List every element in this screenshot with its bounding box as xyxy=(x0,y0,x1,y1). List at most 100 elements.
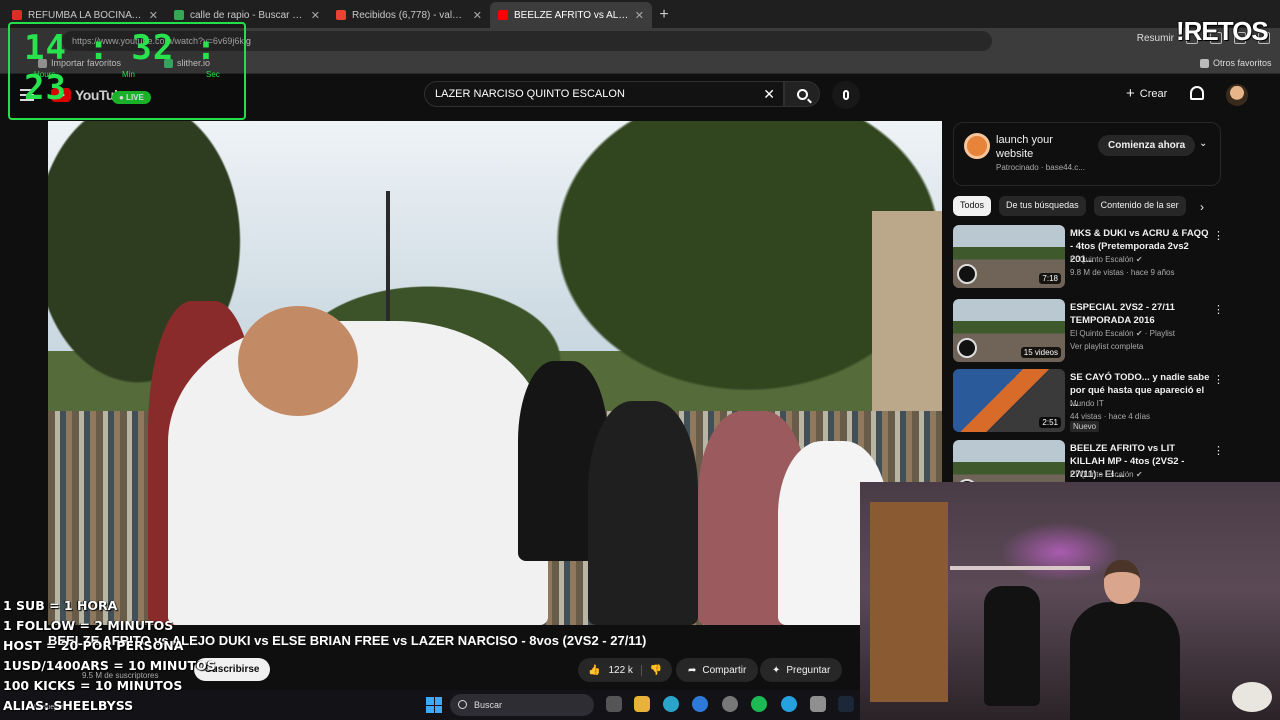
video-thumbnail[interactable]: 2:51 xyxy=(953,369,1065,432)
chip-de-tus-busquedas[interactable]: De tus búsquedas xyxy=(999,196,1086,216)
streamer-webcam xyxy=(860,482,1280,720)
recommended-meta: 44 vistas · hace 4 días xyxy=(1070,412,1151,421)
streamer-body xyxy=(1070,602,1180,720)
tab-close-icon[interactable]: ✕ xyxy=(149,9,158,22)
sponsored-ad-card[interactable]: launch your website Patrocinado · base44… xyxy=(953,122,1221,186)
webcam-lamp xyxy=(1232,682,1272,712)
recommended-channel[interactable]: El Quinto Escalón ✔ xyxy=(1070,255,1143,264)
tab-title: Recibidos (6,778) - valentincatj1@ xyxy=(352,9,467,21)
obs-icon[interactable] xyxy=(722,696,738,712)
recommended-playlist[interactable]: 15 videos ESPECIAL 2VS2 - 27/11 TEMPORAD… xyxy=(953,299,1224,365)
ad-title: launch your website xyxy=(996,134,1053,160)
chrome-icon[interactable] xyxy=(692,696,708,712)
webcam-door xyxy=(870,502,948,702)
like-count[interactable]: 122 k xyxy=(608,665,632,676)
rule-line: 1 SUB = 1 HORA xyxy=(3,598,118,613)
share-icon: ➦ xyxy=(688,664,697,676)
duration-badge: 7:18 xyxy=(1039,273,1061,284)
new-tab-button[interactable]: + xyxy=(652,2,676,28)
telegram-icon[interactable] xyxy=(781,696,797,712)
tab-close-icon[interactable]: ✕ xyxy=(311,9,320,22)
stream-rules-overlay: 1 SUB = 1 HORA 1 FOLLOW = 2 MINUTOS HOST… xyxy=(3,596,216,716)
tab-title: REFUMBA LA BOCINA - LEA IN T! xyxy=(28,9,143,21)
video-thumbnail[interactable]: 7:18 xyxy=(953,225,1065,288)
calculator-icon[interactable] xyxy=(810,696,826,712)
timer-hours-label: Hours xyxy=(34,70,56,79)
video-player[interactable] xyxy=(48,121,942,625)
task-view-icon[interactable] xyxy=(606,696,622,712)
video-performer xyxy=(168,321,548,625)
video-performer xyxy=(588,401,698,625)
webcam-streamer xyxy=(1050,560,1190,720)
other-bookmarks[interactable]: Otros favoritos xyxy=(1200,58,1272,68)
file-explorer-icon[interactable] xyxy=(634,696,650,712)
ad-cta-button[interactable]: Comienza ahora xyxy=(1098,135,1196,156)
chevron-right-icon[interactable]: › xyxy=(1200,200,1204,214)
notifications-bell-icon[interactable] xyxy=(1190,86,1204,100)
filter-chips: Todos De tus búsquedas Contenido de la s… xyxy=(953,196,1221,216)
rule-line: HOST = 20 POR PERSONA xyxy=(3,638,184,653)
recommended-meta[interactable]: Ver playlist completa xyxy=(1070,342,1143,351)
tab-title: calle de rapio - Buscar con Google xyxy=(190,9,305,21)
new-badge: Nuevo xyxy=(1070,421,1100,432)
clear-search-icon[interactable]: ✕ xyxy=(763,86,775,103)
tab-favicon-icon xyxy=(174,10,184,20)
chip-contenido-serie[interactable]: Contenido de la ser xyxy=(1093,196,1186,216)
channel-watermark-icon xyxy=(957,338,977,358)
recommended-channel[interactable]: El Quinto Escalón ✔ xyxy=(1070,470,1143,479)
like-icon[interactable]: 👍 xyxy=(588,665,600,676)
microphone-icon xyxy=(843,90,849,100)
other-bookmarks-label: Otros favoritos xyxy=(1213,58,1272,68)
search-icon xyxy=(458,700,467,709)
stream-brand-logo: !RETOS xyxy=(1176,16,1269,46)
sparkle-icon: ✦ xyxy=(772,664,781,676)
spotify-icon[interactable] xyxy=(751,696,767,712)
timer-digits: 14 : 32 : 23 xyxy=(24,28,218,108)
tab-close-icon[interactable]: ✕ xyxy=(473,9,482,22)
video-thumbnail[interactable]: 15 videos xyxy=(953,299,1065,362)
create-label: Crear xyxy=(1139,87,1168,100)
search-button[interactable] xyxy=(784,81,820,107)
timer-minutes-label: Min xyxy=(122,70,135,79)
browser-tab-active[interactable]: BEELZE AFRITO vs ALEJO DUKI ✕ xyxy=(490,2,652,28)
recommended-video[interactable]: 2:51 SE CAYÓ TODO... y nadie sabe por qu… xyxy=(953,369,1224,435)
chevron-down-icon[interactable]: ⌄ xyxy=(1199,138,1207,149)
dislike-icon[interactable]: 👎 xyxy=(640,664,662,676)
more-options-icon[interactable]: ⋮ xyxy=(1213,303,1224,316)
recommended-video[interactable]: 7:18 MKS & DUKI vs ACRU & FAQQ - 4tos (P… xyxy=(953,225,1224,291)
share-label: Compartir xyxy=(702,664,747,676)
tab-favicon-icon xyxy=(498,10,508,20)
voice-search-button[interactable] xyxy=(832,81,860,109)
like-dislike-group: 👍 122 k 👎 xyxy=(578,658,673,682)
subathon-timer: 14 : 32 : 23 Hours Min Sec xyxy=(8,22,246,120)
channel-watermark-icon xyxy=(957,264,977,284)
folder-icon xyxy=(1200,58,1209,68)
create-button[interactable]: + Crear xyxy=(1126,85,1167,102)
account-avatar[interactable] xyxy=(1226,84,1248,106)
ask-button[interactable]: ✦ Preguntar xyxy=(760,658,843,682)
more-options-icon[interactable]: ⋮ xyxy=(1213,373,1224,386)
ask-label: Preguntar xyxy=(786,664,831,676)
resume-button[interactable]: Resumir xyxy=(1137,33,1174,44)
windows-start-icon[interactable] xyxy=(426,697,442,713)
rule-line: 100 KICKS = 10 MINUTOS xyxy=(3,678,183,693)
more-options-icon[interactable]: ⋮ xyxy=(1213,229,1224,242)
streamer-head xyxy=(1104,560,1140,604)
more-options-icon[interactable]: ⋮ xyxy=(1213,444,1224,457)
chip-todos[interactable]: Todos xyxy=(953,196,992,216)
steam-icon[interactable] xyxy=(838,696,854,712)
taskbar-search[interactable]: Buscar xyxy=(450,694,594,716)
share-button[interactable]: ➦ Compartir xyxy=(676,658,759,682)
recommended-channel[interactable]: Mundo IT xyxy=(1070,399,1104,408)
recommended-channel[interactable]: El Quinto Escalón ✔ · Playlist xyxy=(1070,329,1175,338)
search-query: LAZER NARCISO QUINTO ESCALON xyxy=(435,88,625,100)
video-performer xyxy=(238,306,358,416)
tab-close-icon[interactable]: ✕ xyxy=(635,9,644,22)
recommended-title[interactable]: ESPECIAL 2VS2 - 27/11 TEMPORADA 2016 xyxy=(1070,301,1210,327)
browser-tab[interactable]: Recibidos (6,778) - valentincatj1@ ✕ xyxy=(328,2,490,28)
advertiser-logo xyxy=(964,133,990,159)
search-input[interactable]: LAZER NARCISO QUINTO ESCALON ✕ xyxy=(424,81,784,107)
edge-icon[interactable] xyxy=(663,696,679,712)
plus-icon: + xyxy=(1126,85,1135,102)
duration-badge: 2:51 xyxy=(1039,417,1061,428)
